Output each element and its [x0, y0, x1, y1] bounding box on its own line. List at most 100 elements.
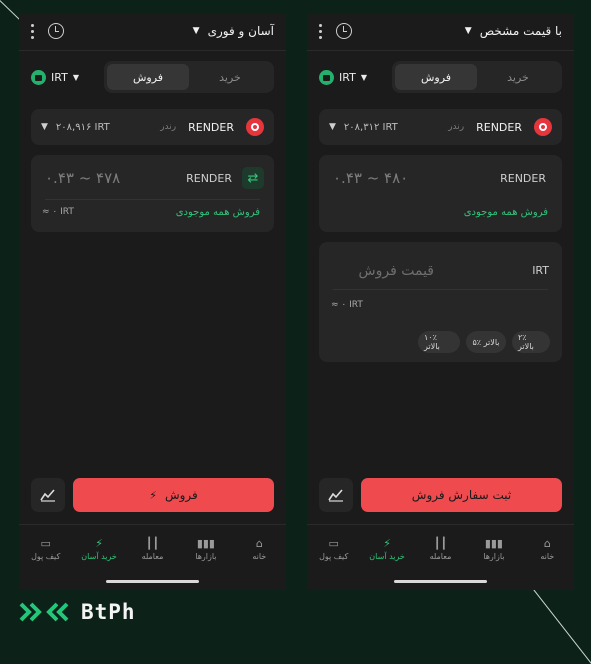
- bars-icon: ▮▮▮: [196, 537, 215, 550]
- top-bar: با قیمت مشخص ▼: [307, 14, 574, 48]
- nav-label: خرید آسان: [81, 552, 117, 561]
- asset-selector[interactable]: ▼ ۲۰۸,۳۱۲ IRT رندر RENDER: [319, 109, 562, 145]
- nav-label: بازارها: [195, 552, 217, 561]
- tab-buy[interactable]: خرید: [189, 64, 271, 90]
- nav-markets[interactable]: ▮▮▮ بازارها: [467, 528, 520, 570]
- asset-balance: ۲۰۸,۳۱۲ IRT: [343, 121, 398, 133]
- nav-label: معامله: [141, 552, 164, 561]
- nav-easy-buy[interactable]: ⚡ خرید آسان: [360, 528, 413, 570]
- home-icon: ⌂: [543, 537, 551, 550]
- nav-label: بازارها: [483, 552, 505, 561]
- currency-label: IRT: [339, 71, 356, 84]
- price-chip-2[interactable]: ۲٪ بالاتر: [512, 331, 550, 353]
- wallet-icon: [319, 70, 334, 85]
- currency-selector[interactable]: IRT ▼: [31, 70, 79, 85]
- nav-label: معامله: [429, 552, 452, 561]
- chart-icon: [40, 489, 55, 502]
- asset-selector[interactable]: ▼ ۲۰۸,۹۱۶ IRT رندر RENDER: [31, 109, 274, 145]
- nav-wallet[interactable]: ▭ کیف پول: [307, 528, 360, 570]
- chart-button[interactable]: [319, 478, 353, 512]
- bolt-icon: ⚡: [95, 537, 103, 550]
- top-icons: [319, 23, 352, 39]
- price-card: قیمت فروش IRT ≈ ۰ IRT ۲٪ بالاتر ۵٪ بالات…: [319, 242, 562, 362]
- divider: [307, 524, 574, 525]
- submit-sell-order-button[interactable]: ثبت سفارش فروش: [361, 478, 562, 512]
- tab-buy[interactable]: خرید: [477, 64, 559, 90]
- nav-label: خرید آسان: [369, 552, 405, 561]
- history-icon[interactable]: [48, 23, 64, 39]
- nav-home[interactable]: ⌂ خانه: [233, 528, 286, 570]
- wallet-icon: [31, 70, 46, 85]
- sell-all-link[interactable]: فروش همه موجودی: [176, 207, 260, 218]
- candles-icon: ┃┃: [433, 537, 448, 550]
- wallet-icon: ▭: [40, 537, 51, 550]
- divider: [19, 524, 286, 525]
- price-chip-5[interactable]: ۵٪ بالاتر: [466, 331, 506, 353]
- nav-trade[interactable]: ┃┃ معامله: [126, 528, 179, 570]
- history-icon[interactable]: [336, 23, 352, 39]
- chevron-down-icon[interactable]: ▼: [193, 26, 200, 36]
- more-icon[interactable]: [31, 23, 34, 39]
- amount-input[interactable]: ۰.۴۳ ~ ۴۷۸: [45, 169, 120, 187]
- price-chip-10[interactable]: ۱۰٪ بالاتر: [418, 331, 460, 353]
- nav-home[interactable]: ⌂ خانه: [521, 528, 574, 570]
- amount-card: ۰.۴۳ ~ ۴۸۰ RENDER فروش همه موجودی: [319, 155, 562, 232]
- nav-label: خانه: [252, 552, 267, 561]
- chevron-down-icon: ▼: [329, 122, 336, 132]
- chevron-down-icon: ▼: [41, 122, 48, 132]
- asset-name: رندر: [448, 122, 465, 132]
- approx-value: ≈ ۰ IRT: [331, 300, 363, 310]
- candles-icon: ┃┃: [145, 537, 160, 550]
- render-coin-icon: [246, 118, 264, 136]
- more-icon[interactable]: [319, 23, 322, 39]
- sell-button-label: فروش: [164, 488, 198, 502]
- nav-label: خانه: [540, 552, 555, 561]
- top-icons: [31, 23, 64, 39]
- brand-mark-icon: [19, 602, 69, 622]
- tab-sell[interactable]: فروش: [395, 64, 477, 90]
- left-screen: آسان و فوری ▼ IRT ▼ خرید فروش ▼ ۲۰۸,۹۱۶ …: [19, 14, 286, 590]
- sell-all-link[interactable]: فروش همه موجودی: [464, 207, 548, 218]
- brand-logo: BtPh: [19, 600, 136, 624]
- amount-input[interactable]: ۰.۴۳ ~ ۴۸۰: [333, 169, 408, 187]
- chart-button[interactable]: [31, 478, 65, 512]
- bolt-icon: ⚡: [149, 488, 157, 502]
- nav-markets[interactable]: ▮▮▮ بازارها: [179, 528, 232, 570]
- nav-wallet[interactable]: ▭ کیف پول: [19, 528, 72, 570]
- tab-sell[interactable]: فروش: [107, 64, 189, 90]
- trade-mode-title[interactable]: آسان و فوری: [208, 24, 274, 38]
- home-indicator: [394, 580, 487, 583]
- amount-unit: RENDER: [186, 172, 232, 185]
- currency-label: IRT: [51, 71, 68, 84]
- divider: [333, 289, 548, 290]
- nav-label: کیف پول: [319, 552, 349, 561]
- trade-mode-title[interactable]: با قیمت مشخص: [480, 24, 562, 38]
- nav-trade[interactable]: ┃┃ معامله: [414, 528, 467, 570]
- bottom-nav: ⌂ خانه ▮▮▮ بازارها ┃┃ معامله ⚡ خرید آسان ▭ کی…: [19, 528, 286, 570]
- chevron-down-icon: ▼: [72, 73, 79, 82]
- divider: [45, 199, 260, 200]
- divider: [19, 50, 286, 51]
- chevron-down-icon: ▼: [360, 73, 367, 82]
- divider: [307, 50, 574, 51]
- swap-icon[interactable]: ⇄: [242, 167, 264, 189]
- asset-balance: ۲۰۸,۹۱۶ IRT: [55, 121, 110, 133]
- price-unit: IRT: [532, 264, 549, 277]
- bars-icon: ▮▮▮: [484, 537, 503, 550]
- amount-card: ۰.۴۳ ~ ۴۷۸ RENDER ⇄ ≈ ۰ IRT فروش همه موج…: [31, 155, 274, 232]
- nav-easy-buy[interactable]: ⚡ خرید آسان: [72, 528, 125, 570]
- wallet-icon: ▭: [328, 537, 339, 550]
- nav-label: کیف پول: [31, 552, 61, 561]
- asset-symbol: RENDER: [476, 120, 522, 134]
- asset-name: رندر: [160, 122, 177, 132]
- currency-selector[interactable]: IRT ▼: [319, 70, 367, 85]
- right-screen: با قیمت مشخص ▼ IRT ▼ خرید فروش ▼ ۲۰۸,۳۱۲…: [307, 14, 574, 590]
- home-icon: ⌂: [255, 537, 263, 550]
- price-input[interactable]: قیمت فروش: [359, 263, 434, 279]
- asset-symbol: RENDER: [188, 120, 234, 134]
- buy-sell-toggle: خرید فروش: [104, 61, 274, 93]
- render-coin-icon: [534, 118, 552, 136]
- sell-button[interactable]: فروش ⚡: [73, 478, 274, 512]
- buy-sell-toggle: خرید فروش: [392, 61, 562, 93]
- chevron-down-icon[interactable]: ▼: [465, 26, 472, 36]
